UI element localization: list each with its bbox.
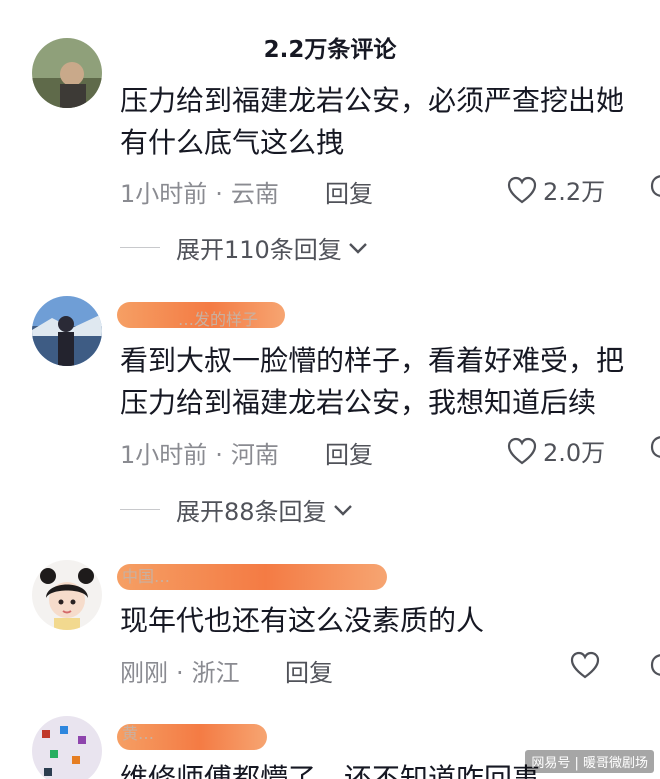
comment-meta: 1小时前 · 云南 bbox=[120, 180, 279, 208]
avatar[interactable] bbox=[32, 716, 102, 779]
reply-button[interactable]: 回复 bbox=[285, 653, 333, 688]
comment-meta: 1小时前 · 河南 bbox=[120, 441, 279, 469]
comment-time: 刚刚 bbox=[120, 659, 168, 687]
divider-line bbox=[120, 247, 160, 248]
username[interactable]: 中国… bbox=[122, 563, 170, 587]
chevron-down-icon bbox=[333, 504, 352, 516]
divider-line bbox=[120, 509, 160, 510]
comment-time: 1小时前 bbox=[120, 180, 208, 208]
comment-location: 云南 bbox=[230, 180, 279, 208]
reply-button[interactable]: 回复 bbox=[325, 435, 373, 470]
dislike-icon[interactable] bbox=[648, 433, 660, 463]
comment-location: 浙江 bbox=[191, 659, 240, 687]
reply-button[interactable]: 回复 bbox=[325, 174, 373, 209]
comment-meta: 刚刚 · 浙江 bbox=[120, 659, 240, 687]
avatar[interactable] bbox=[32, 38, 102, 108]
avatar[interactable] bbox=[32, 296, 102, 366]
chevron-down-icon bbox=[348, 242, 367, 254]
expand-replies-button[interactable]: 展开88条回复 bbox=[120, 492, 353, 527]
comment-location: 河南 bbox=[230, 441, 279, 469]
comment-item: 压力给到福建龙岩公安，必须严查挖出她 有什么底气这么拽 1小时前 · 云南 回复 2… bbox=[0, 0, 660, 270]
dislike-icon[interactable] bbox=[648, 172, 660, 202]
username[interactable]: 黄… bbox=[122, 720, 154, 744]
like-count: 2.0万 bbox=[543, 439, 606, 467]
heart-icon bbox=[507, 176, 537, 203]
like-count: 2.2万 bbox=[543, 178, 606, 206]
comment-item: 中国… 现年代也还有这么没素质的人 刚刚 · 浙江 回复 bbox=[0, 555, 660, 705]
comment-text: 压力给到福建龙岩公安，必须严查挖出她 有什么底气这么拽 bbox=[120, 84, 625, 159]
expand-replies-button[interactable]: 展开110条回复 bbox=[120, 230, 368, 265]
comment-item: …发的样子 看到大叔一脸懵的样子，看着好难受，把 压力给到福建龙岩公安，我想知道… bbox=[0, 290, 660, 540]
comment-text: 现年代也还有这么没素质的人 bbox=[120, 604, 485, 637]
heart-icon bbox=[570, 651, 600, 679]
comment-time: 1小时前 bbox=[120, 441, 208, 469]
watermark: 网易号 | 暖哥微剧场 bbox=[525, 750, 654, 773]
dislike-icon[interactable] bbox=[648, 651, 660, 681]
like-button[interactable]: 2.2万 bbox=[507, 172, 605, 207]
avatar[interactable] bbox=[32, 560, 102, 630]
like-button[interactable]: 2.0万 bbox=[507, 433, 605, 468]
comment-text: 看到大叔一脸懵的样子，看着好难受，把 压力给到福建龙岩公安，我想知道后续 bbox=[120, 344, 625, 419]
like-button[interactable] bbox=[570, 651, 606, 679]
heart-icon bbox=[507, 437, 537, 464]
username[interactable]: …发的样子 bbox=[178, 306, 258, 330]
